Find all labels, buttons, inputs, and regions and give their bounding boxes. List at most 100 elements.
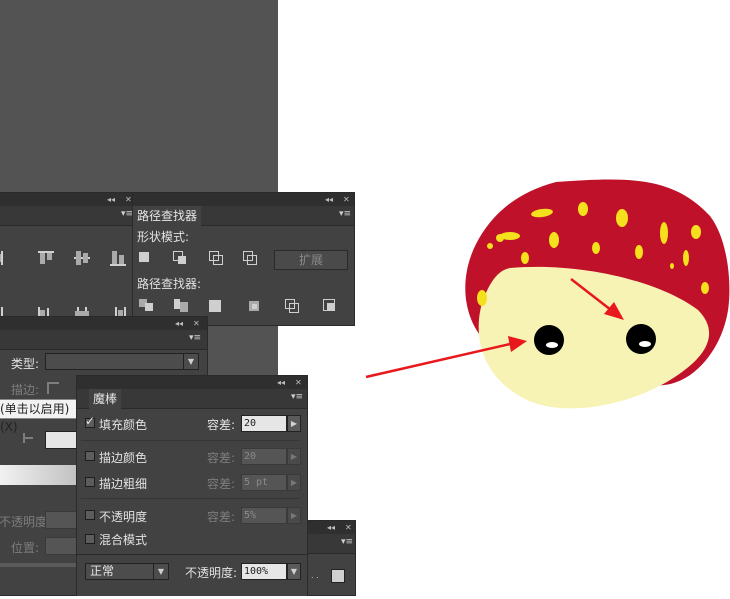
gradient-type-dropdown[interactable]: ▼ bbox=[45, 353, 199, 370]
transparency-opacity-field[interactable]: 100% bbox=[241, 563, 287, 580]
pathfinder-tabrow: 路径查找器 ▾≡ bbox=[133, 206, 354, 226]
cap-spot bbox=[496, 234, 504, 242]
blend-mode-dropdown[interactable]: 正常 ▼ bbox=[85, 563, 169, 580]
arrow-right-icon[interactable]: ▶ bbox=[287, 415, 301, 432]
close-icon[interactable]: ✕ bbox=[125, 193, 132, 206]
divider bbox=[81, 498, 299, 499]
opacity-option-label: 不透明度 bbox=[99, 510, 148, 524]
cap-spot bbox=[477, 290, 487, 306]
stroke-weight-checkbox[interactable] bbox=[85, 477, 95, 487]
gradient-scrollbar[interactable] bbox=[0, 563, 85, 567]
cap-spot bbox=[683, 250, 689, 266]
collapse-icon[interactable]: ◂◂ bbox=[175, 317, 183, 330]
more-icon[interactable]: . . bbox=[311, 571, 319, 580]
pathfinder-titlebar[interactable]: ◂◂ ✕ bbox=[133, 193, 354, 206]
tab-pathfinder[interactable]: 路径查找器 bbox=[133, 206, 202, 226]
cap-spot bbox=[487, 243, 493, 249]
pathfinder-trim-icon[interactable] bbox=[171, 297, 193, 315]
align-panel: ◂◂ ✕ ▾≡ bbox=[0, 192, 138, 326]
shape-mode-exclude-icon[interactable] bbox=[241, 249, 263, 267]
align-top-icon[interactable] bbox=[35, 249, 57, 267]
gradient-titlebar[interactable]: ◂◂ ✕ bbox=[0, 317, 207, 330]
gradient-position-label: 位置: bbox=[11, 541, 40, 555]
stroke-color-tolerance-field[interactable]: 20 bbox=[241, 448, 287, 465]
close-icon[interactable]: ✕ bbox=[193, 317, 200, 330]
pathfinder-divide-icon[interactable] bbox=[137, 297, 159, 315]
dropdown-caret-icon[interactable]: ▼ bbox=[287, 563, 301, 580]
stroke-gradient-icon[interactable] bbox=[45, 379, 67, 397]
pathfinder-outline-icon[interactable] bbox=[283, 297, 305, 315]
shape-mode-intersect-icon[interactable] bbox=[207, 249, 229, 267]
pathfinder-merge-icon[interactable] bbox=[207, 297, 229, 315]
fill-color-tolerance-label: 容差: bbox=[207, 418, 236, 432]
collapse-icon[interactable]: ◂◂ bbox=[325, 193, 333, 206]
cap-spot bbox=[701, 282, 709, 294]
pathfinder-crop-icon[interactable] bbox=[245, 297, 267, 315]
close-icon[interactable]: ✕ bbox=[295, 376, 302, 389]
blend-mode-checkbox[interactable] bbox=[85, 534, 95, 544]
cap-spot bbox=[578, 202, 588, 216]
shape-mode-minus-front-icon[interactable] bbox=[171, 249, 193, 267]
cap-spot bbox=[592, 242, 600, 254]
magic-wand-tabrow: 魔棒 ▾≡ bbox=[77, 389, 307, 409]
opacity-tolerance-label: 容差: bbox=[207, 510, 236, 524]
cap-spot bbox=[616, 209, 628, 227]
align-panel-titlebar[interactable]: ◂◂ ✕ bbox=[0, 193, 137, 206]
fill-color-label: 填充颜色 bbox=[99, 418, 148, 432]
fill-color-tolerance-field[interactable]: 20 bbox=[241, 415, 287, 432]
opacity-checkbox[interactable] bbox=[85, 510, 95, 520]
arrow-right-icon[interactable]: ▶ bbox=[287, 448, 301, 465]
new-layer-icon[interactable] bbox=[331, 569, 345, 583]
stroke-weight-tolerance-field[interactable]: 5 pt bbox=[241, 474, 287, 491]
cap-spot bbox=[549, 232, 559, 248]
layers-titlebar[interactable]: ◂◂ ✕ bbox=[301, 521, 355, 534]
panel-menu-icon[interactable]: ▾≡ bbox=[291, 392, 303, 402]
panel-menu-icon[interactable]: ▾≡ bbox=[339, 209, 351, 219]
blend-mode-option-label: 混合模式 bbox=[99, 533, 148, 547]
left-eye-highlight bbox=[546, 342, 558, 348]
gradient-slider[interactable] bbox=[0, 465, 85, 485]
align-bottom-icon[interactable] bbox=[107, 249, 129, 267]
magic-wand-titlebar[interactable]: ◂◂ ✕ bbox=[77, 376, 307, 389]
arrow-right-icon[interactable]: ▶ bbox=[287, 474, 301, 491]
pathfinder-panel: ◂◂ ✕ 路径查找器 ▾≡ 形状模式: 扩展 路径查找器: bbox=[132, 192, 355, 326]
right-eye bbox=[626, 324, 656, 354]
align-middle-icon[interactable] bbox=[71, 249, 93, 267]
cap-spot bbox=[635, 245, 643, 259]
pathfinder-minus-back-icon[interactable] bbox=[321, 297, 343, 315]
collapse-icon[interactable]: ◂◂ bbox=[107, 193, 115, 206]
shape-mode-unite-icon[interactable] bbox=[137, 249, 159, 267]
stroke-color-checkbox[interactable] bbox=[85, 451, 95, 461]
arrow-right-icon[interactable]: ▶ bbox=[287, 507, 301, 524]
layers-tabrow: ▾≡ bbox=[301, 534, 355, 554]
align-icon[interactable] bbox=[0, 249, 15, 267]
tab-magic-wand[interactable]: 魔棒 bbox=[89, 389, 122, 409]
dropdown-caret-icon: ▼ bbox=[153, 564, 168, 579]
stroke-color-label: 描边颜色 bbox=[99, 451, 148, 465]
magic-wand-panel: ◂◂ ✕ 魔棒 ▾≡ ✓ 填充颜色 容差: 20 ▶ 描边颜色 容差: 20 ▶… bbox=[76, 375, 308, 555]
transparency-opacity-label: 不透明度: bbox=[185, 566, 238, 580]
panel-menu-icon[interactable]: ▾≡ bbox=[189, 333, 201, 343]
checkmark-icon: ✓ bbox=[85, 414, 96, 428]
gradient-opacity-label: 不透明度: bbox=[0, 515, 52, 529]
cap-spot bbox=[670, 263, 674, 269]
cap-spot bbox=[521, 252, 529, 264]
dropdown-caret-icon: ▼ bbox=[183, 354, 198, 369]
right-eye-highlight bbox=[639, 341, 651, 347]
collapse-icon[interactable]: ◂◂ bbox=[327, 521, 335, 534]
collapse-icon[interactable]: ◂◂ bbox=[277, 376, 285, 389]
angle-icon bbox=[19, 431, 41, 449]
pathfinders-label: 路径查找器: bbox=[137, 277, 202, 291]
shape-modes-label: 形状模式: bbox=[137, 230, 190, 244]
gradient-stroke-label: 描边: bbox=[11, 383, 40, 397]
stroke-color-tolerance-label: 容差: bbox=[207, 451, 236, 465]
close-icon[interactable]: ✕ bbox=[343, 193, 350, 206]
opacity-tolerance-field[interactable]: 5% bbox=[241, 507, 287, 524]
fill-color-checkbox[interactable]: ✓ bbox=[85, 414, 95, 428]
close-icon[interactable]: ✕ bbox=[345, 521, 352, 534]
panel-menu-icon[interactable]: ▾≡ bbox=[341, 537, 353, 547]
stroke-weight-tolerance-label: 容差: bbox=[207, 477, 236, 491]
tooltip: (单击以启用)(X) bbox=[0, 399, 87, 434]
stroke-weight-label: 描边粗细 bbox=[99, 477, 148, 491]
expand-button[interactable]: 扩展 bbox=[274, 250, 348, 270]
